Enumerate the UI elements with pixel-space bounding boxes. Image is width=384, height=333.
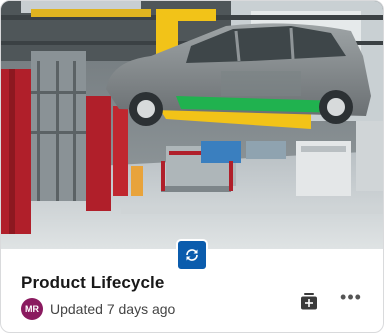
content-type-badge (176, 239, 208, 271)
card-thumbnail[interactable] (1, 1, 383, 249)
more-options-icon: ••• (340, 286, 362, 307)
content-card[interactable]: Product Lifecycle MR Updated 7 days ago … (0, 0, 384, 333)
add-to-collection-icon (301, 293, 317, 310)
add-to-collection-button[interactable] (298, 290, 320, 312)
factory-car-assembly-image (1, 1, 383, 249)
more-options-button[interactable]: ••• (339, 286, 363, 307)
owner-avatar: MR (21, 298, 43, 320)
card-title[interactable]: Product Lifecycle (21, 273, 164, 293)
sync-icon (186, 249, 198, 261)
card-meta: MR Updated 7 days ago (21, 298, 175, 320)
updated-timestamp: Updated 7 days ago (50, 301, 176, 317)
